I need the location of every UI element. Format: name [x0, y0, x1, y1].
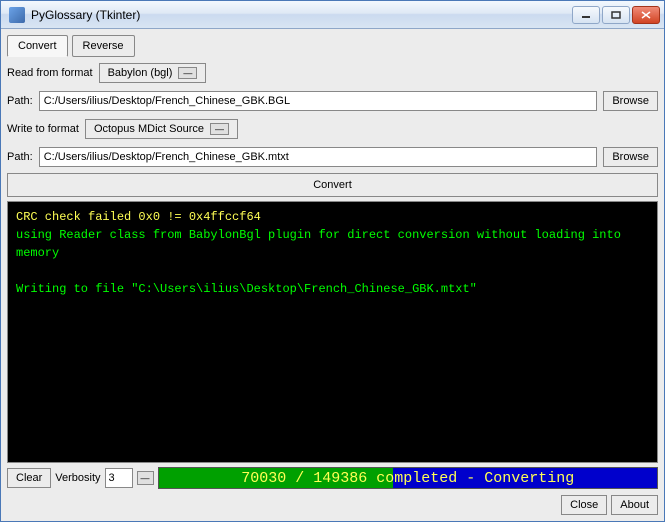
read-path-input[interactable]: [39, 91, 598, 111]
chevron-down-icon: —: [210, 123, 229, 135]
console-line: using Reader class from BabylonBgl plugi…: [16, 226, 649, 262]
verbosity-label: Verbosity: [55, 472, 100, 484]
write-path-row: Path: Browse: [7, 145, 658, 169]
write-format-row: Write to format Octopus MDict Source —: [7, 117, 658, 141]
tab-reverse[interactable]: Reverse: [72, 35, 135, 57]
read-format-label: Read from format: [7, 67, 93, 79]
clear-button[interactable]: Clear: [7, 468, 51, 488]
close-button[interactable]: Close: [561, 495, 607, 515]
footer: Clear Verbosity — 70030 / 149386 complet…: [7, 467, 658, 489]
verbosity-input[interactable]: [105, 468, 133, 488]
write-path-label: Path:: [7, 151, 33, 163]
about-button[interactable]: About: [611, 495, 658, 515]
content-area: Convert Reverse Read from format Babylon…: [1, 29, 664, 521]
console-output: CRC check failed 0x0 != 0x4ffccf64 using…: [7, 201, 658, 463]
app-icon: [9, 7, 25, 23]
tabs: Convert Reverse: [7, 35, 658, 57]
write-path-input[interactable]: [39, 147, 598, 167]
read-path-label: Path:: [7, 95, 33, 107]
chevron-down-icon: —: [178, 67, 197, 79]
write-format-value: Octopus MDict Source: [94, 123, 204, 135]
window-title: PyGlossary (Tkinter): [31, 8, 572, 22]
app-window: PyGlossary (Tkinter) Convert Reverse Rea…: [0, 0, 665, 522]
read-browse-button[interactable]: Browse: [603, 91, 658, 111]
write-format-label: Write to format: [7, 123, 79, 135]
progress-bar: 70030 / 149386 completed - Converting: [158, 467, 658, 489]
minimize-button[interactable]: [572, 6, 600, 24]
titlebar[interactable]: PyGlossary (Tkinter): [1, 1, 664, 29]
read-format-value: Babylon (bgl): [108, 67, 173, 79]
bottom-bar: Close About: [7, 495, 658, 515]
console-line: Writing to file "C:\Users\ilius\Desktop\…: [16, 280, 649, 298]
verbosity-dropdown-toggle[interactable]: —: [137, 471, 154, 485]
close-window-button[interactable]: [632, 6, 660, 24]
write-browse-button[interactable]: Browse: [603, 147, 658, 167]
progress-text: 70030 / 149386 completed - Converting: [159, 468, 657, 488]
read-format-dropdown[interactable]: Babylon (bgl) —: [99, 63, 207, 83]
write-format-dropdown[interactable]: Octopus MDict Source —: [85, 119, 238, 139]
tab-convert[interactable]: Convert: [7, 35, 68, 57]
read-format-row: Read from format Babylon (bgl) —: [7, 61, 658, 85]
read-path-row: Path: Browse: [7, 89, 658, 113]
convert-button[interactable]: Convert: [7, 173, 658, 197]
console-line: CRC check failed 0x0 != 0x4ffccf64: [16, 208, 649, 226]
maximize-button[interactable]: [602, 6, 630, 24]
